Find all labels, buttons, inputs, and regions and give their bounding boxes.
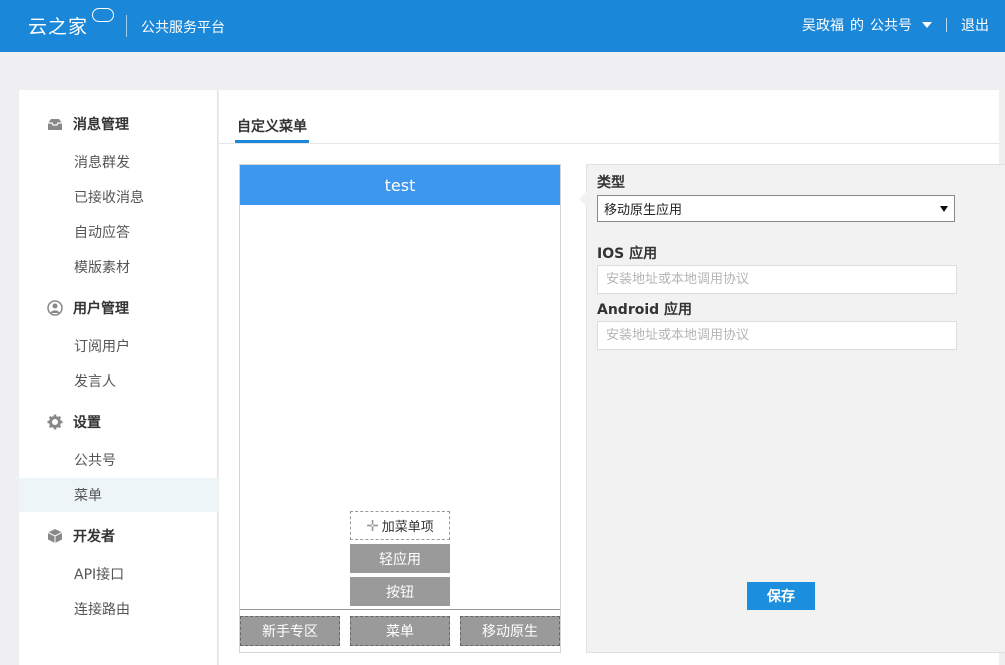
chevron-down-icon[interactable] [922,22,932,28]
sidebar-item-broadcast[interactable]: 消息群发 [19,145,218,179]
logo-divider [126,15,127,37]
type-label: 类型 [597,175,625,191]
menu-settings-panel: 类型 移动原生应用 IOS 应用 Android 应用 保存 [579,164,1005,653]
phone-menu-bar: 新手专区 菜单 移动原生 [240,609,560,653]
top-bar: 云之家 公共服务平台 吴政福 的 公共号 退出 [0,0,1005,52]
dropdown-arrow-icon [940,206,948,212]
tab-underline [235,140,309,143]
user-suffix: 的 [850,18,864,34]
android-app-label: Android 应用 [597,302,693,318]
sidebar-group-title: 用户管理 [73,301,129,317]
sidebar-item-public-account[interactable]: 公共号 [19,443,218,477]
sidebar-item-received[interactable]: 已接收消息 [19,180,218,214]
ios-app-input[interactable] [597,265,957,294]
logout-link[interactable]: 退出 [961,15,989,35]
android-app-input[interactable] [597,321,957,350]
platform-name: 公共服务平台 [141,20,225,36]
sidebar-group-message[interactable]: 消息管理 [19,107,218,141]
menu-button-menu[interactable]: 菜单 [350,616,450,646]
main-content: 自定义菜单 test ✛ 加菜单项 轻应用 按钮 新手专区 菜单 移动原生 类型… [219,90,1005,665]
add-menu-item-button[interactable]: ✛ 加菜单项 [350,511,450,540]
gear-icon [47,414,63,430]
menu-button-native[interactable]: 移动原生 [460,616,560,646]
cloud-logo-icon [92,8,114,22]
sidebar-group-title: 消息管理 [73,117,129,133]
ios-app-label: IOS 应用 [597,246,658,262]
inbox-icon [47,116,63,132]
sidebar-item-speakers[interactable]: 发言人 [19,364,218,398]
user-area: 吴政福 的 公共号 退出 [802,15,989,35]
sidebar-group-settings[interactable]: 设置 [19,405,218,439]
phone-title: test [240,165,560,205]
cube-icon [47,528,63,544]
type-select-value: 移动原生应用 [604,203,683,218]
submenu-button-light-app[interactable]: 轻应用 [350,544,450,573]
sidebar: 消息管理 消息群发 已接收消息 自动应答 模版素材 用户管理 订阅用户 发言人 … [19,90,218,665]
tab-bar: 自定义菜单 [219,90,999,144]
sidebar-item-menu[interactable]: 菜单 [19,478,218,512]
plus-icon: ✛ [366,516,379,535]
sidebar-group-title: 设置 [73,415,101,431]
logo-text: 云之家 [28,16,89,38]
save-button[interactable]: 保存 [747,582,815,610]
type-select[interactable]: 移动原生应用 [597,195,955,222]
sidebar-group-users[interactable]: 用户管理 [19,291,218,325]
sidebar-item-templates[interactable]: 模版素材 [19,250,218,284]
phone-preview: test ✛ 加菜单项 轻应用 按钮 新手专区 菜单 移动原生 [239,164,561,653]
sidebar-item-subscribers[interactable]: 订阅用户 [19,329,218,363]
user-icon [47,300,63,316]
menu-button-newbie[interactable]: 新手专区 [240,616,340,646]
panel-pointer [579,191,587,207]
sidebar-item-routing[interactable]: 连接路由 [19,592,218,626]
add-menu-item-label: 加菜单项 [381,520,434,535]
sidebar-group-title: 开发者 [73,529,115,545]
sidebar-item-api[interactable]: API接口 [19,557,218,591]
header-separator [946,18,947,32]
user-name: 吴政福 [802,18,844,34]
sidebar-item-auto-reply[interactable]: 自动应答 [19,215,218,249]
submenu-button-button[interactable]: 按钮 [350,577,450,606]
sidebar-group-developer[interactable]: 开发者 [19,519,218,553]
account-type-dropdown[interactable]: 公共号 [870,15,912,35]
tab-custom-menu[interactable]: 自定义菜单 [237,116,307,136]
